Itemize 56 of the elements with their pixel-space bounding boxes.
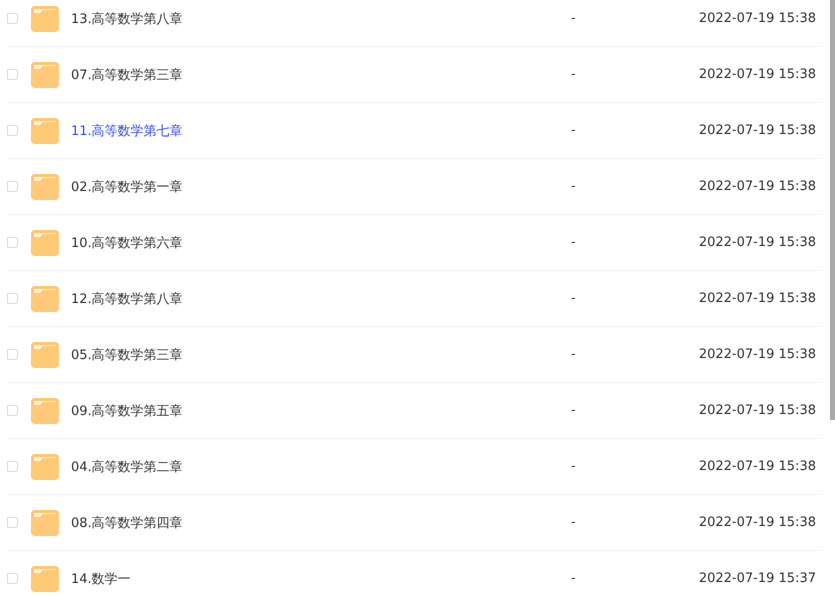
file-size: - bbox=[571, 123, 577, 138]
modified-time: 2022-07-19 15:38 bbox=[698, 179, 816, 194]
checkbox[interactable] bbox=[7, 517, 18, 528]
file-size: - bbox=[571, 403, 577, 418]
folder-name[interactable]: 11.高等数学第七章 bbox=[71, 122, 571, 140]
modified-time: 2022-07-19 15:38 bbox=[698, 347, 816, 362]
folder-icon bbox=[31, 172, 59, 200]
scrollbar[interactable] bbox=[830, 0, 835, 420]
file-size: - bbox=[571, 11, 577, 26]
file-size: - bbox=[571, 235, 577, 250]
checkbox[interactable] bbox=[7, 293, 18, 304]
modified-time: 2022-07-19 15:38 bbox=[698, 123, 816, 138]
checkbox[interactable] bbox=[7, 237, 18, 248]
folder-name[interactable]: 09.高等数学第五章 bbox=[71, 402, 571, 420]
modified-time: 2022-07-19 15:37 bbox=[698, 571, 816, 586]
modified-time: 2022-07-19 15:38 bbox=[698, 67, 816, 82]
folder-name[interactable]: 07.高等数学第三章 bbox=[71, 66, 571, 84]
folder-icon bbox=[31, 508, 59, 536]
folder-icon bbox=[31, 4, 59, 32]
folder-name[interactable]: 14.数学一 bbox=[71, 570, 571, 588]
checkbox[interactable] bbox=[7, 573, 18, 584]
folder-icon bbox=[31, 396, 59, 424]
folder-name[interactable]: 02.高等数学第一章 bbox=[71, 178, 571, 196]
file-size: - bbox=[571, 571, 577, 586]
folder-icon bbox=[31, 564, 59, 592]
checkbox[interactable] bbox=[7, 461, 18, 472]
checkbox[interactable] bbox=[7, 181, 18, 192]
modified-time: 2022-07-19 15:38 bbox=[698, 291, 816, 306]
folder-icon bbox=[31, 116, 59, 144]
checkbox[interactable] bbox=[7, 13, 18, 24]
modified-time: 2022-07-19 15:38 bbox=[698, 403, 816, 418]
folder-name[interactable]: 12.高等数学第八章 bbox=[71, 290, 571, 308]
modified-time: 2022-07-19 15:38 bbox=[698, 235, 816, 250]
checkbox[interactable] bbox=[7, 349, 18, 360]
file-size: - bbox=[571, 179, 577, 194]
folder-name[interactable]: 10.高等数学第六章 bbox=[71, 234, 571, 252]
file-size: - bbox=[571, 459, 577, 474]
modified-time: 2022-07-19 15:38 bbox=[698, 459, 816, 474]
folder-icon bbox=[31, 284, 59, 312]
folder-icon bbox=[31, 340, 59, 368]
modified-time: 2022-07-19 15:38 bbox=[698, 515, 816, 530]
folder-name[interactable]: 13.高等数学第八章 bbox=[71, 10, 571, 28]
modified-time: 2022-07-19 15:38 bbox=[698, 11, 816, 26]
folder-name[interactable]: 08.高等数学第四章 bbox=[71, 514, 571, 532]
folder-icon bbox=[31, 452, 59, 480]
checkbox[interactable] bbox=[7, 69, 18, 80]
folder-name[interactable]: 04.高等数学第二章 bbox=[71, 458, 571, 476]
folder-icon bbox=[31, 60, 59, 88]
file-size: - bbox=[571, 515, 577, 530]
file-size: - bbox=[571, 347, 577, 362]
file-size: - bbox=[571, 291, 577, 306]
folder-name[interactable]: 05.高等数学第三章 bbox=[71, 346, 571, 364]
checkbox[interactable] bbox=[7, 125, 18, 136]
checkbox[interactable] bbox=[7, 405, 18, 416]
file-size: - bbox=[571, 67, 577, 82]
folder-icon bbox=[31, 228, 59, 256]
